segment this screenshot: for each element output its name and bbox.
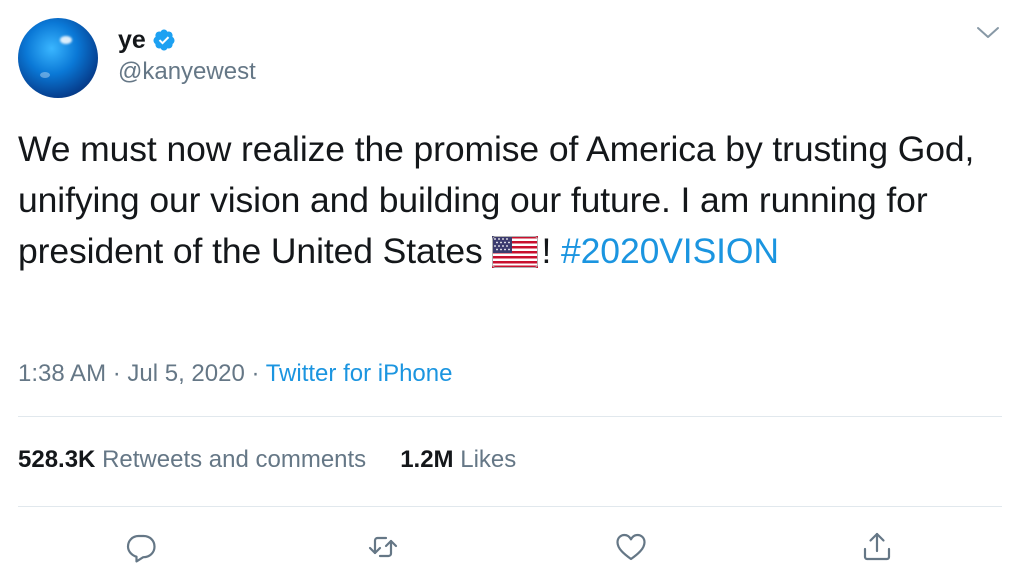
chevron-down-icon[interactable] — [974, 22, 1002, 44]
divider-top — [18, 416, 1002, 417]
author-name-row: ye — [118, 24, 176, 56]
reply-icon — [126, 534, 156, 563]
tweet-text-tail: ! — [541, 231, 562, 271]
author-handle[interactable]: @kanyewest — [118, 58, 256, 86]
tweet-stats: 528.3K Retweets and comments 1.2M Likes — [18, 444, 516, 476]
meta-separator: · — [106, 360, 128, 387]
retweets-stat[interactable]: 528.3K Retweets and comments — [18, 444, 366, 476]
retweets-label: Retweets and comments — [102, 446, 367, 473]
likes-stat[interactable]: 1.2M Likes — [400, 444, 516, 476]
like-button[interactable] — [614, 530, 648, 564]
verified-badge-icon — [153, 29, 175, 51]
meta-separator-2: · — [244, 360, 266, 387]
likes-label: Likes — [460, 446, 517, 473]
tweet-date[interactable]: Jul 5, 2020 — [127, 360, 244, 387]
tweet-meta: 1:38 AM · Jul 5, 2020 · Twitter for iPho… — [18, 358, 452, 390]
heart-icon — [616, 533, 646, 561]
share-icon — [863, 532, 891, 561]
retweet-button[interactable] — [366, 530, 400, 564]
share-button[interactable] — [860, 530, 894, 564]
retweet-icon — [368, 536, 398, 558]
tweet-text: We must now realize the promise of Ameri… — [18, 124, 1008, 277]
tweet-source-link[interactable]: Twitter for iPhone — [266, 360, 453, 387]
us-flag-icon — [492, 236, 539, 268]
hashtag-link[interactable]: #2020VISION — [561, 231, 779, 271]
likes-count: 1.2M — [400, 446, 454, 473]
tweet-card: ye @kanyewest We must now realize the pr… — [0, 0, 1024, 586]
display-name[interactable]: ye — [118, 26, 146, 55]
tweet-time[interactable]: 1:38 AM — [18, 360, 106, 387]
divider-bottom — [18, 506, 1002, 507]
avatar[interactable] — [18, 18, 98, 98]
reply-button[interactable] — [124, 530, 158, 564]
retweets-count: 528.3K — [18, 446, 96, 473]
